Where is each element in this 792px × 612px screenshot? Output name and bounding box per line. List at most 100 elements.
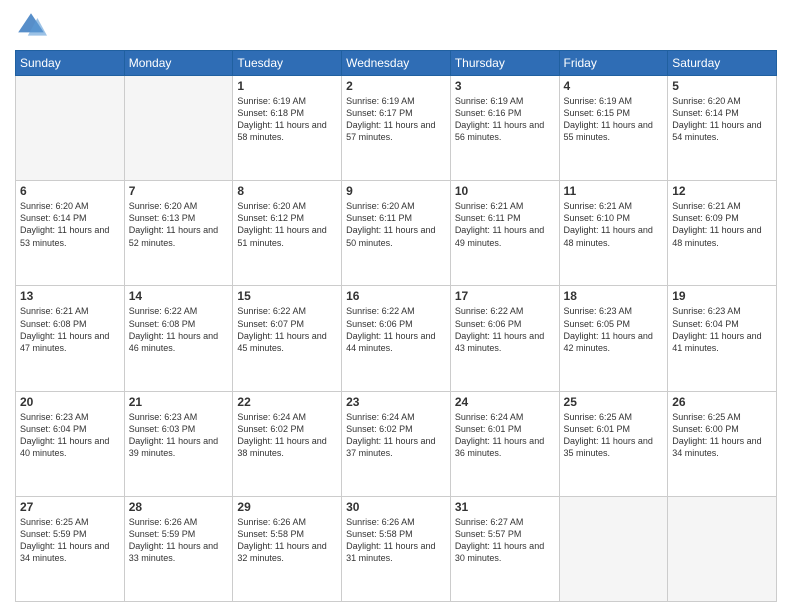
- cell-text: Sunrise: 6:20 AMSunset: 6:14 PMDaylight:…: [20, 200, 120, 249]
- calendar-cell: 1 Sunrise: 6:19 AMSunset: 6:18 PMDaylight…: [233, 76, 342, 181]
- calendar-cell: 12 Sunrise: 6:21 AMSunset: 6:09 PMDayligh…: [668, 181, 777, 286]
- cell-text: Sunrise: 6:22 AMSunset: 6:07 PMDaylight:…: [237, 305, 337, 354]
- day-number: 2: [346, 79, 446, 93]
- calendar-cell: 5 Sunrise: 6:20 AMSunset: 6:14 PMDaylight…: [668, 76, 777, 181]
- day-number: 28: [129, 500, 229, 514]
- cell-text: Sunrise: 6:25 AMSunset: 6:00 PMDaylight:…: [672, 411, 772, 460]
- calendar-cell: 13 Sunrise: 6:21 AMSunset: 6:08 PMDayligh…: [16, 286, 125, 391]
- calendar-cell: 11 Sunrise: 6:21 AMSunset: 6:10 PMDayligh…: [559, 181, 668, 286]
- calendar-cell: 21Sunrise: 6:23 AMSunset: 6:03 PMDayligh…: [124, 391, 233, 496]
- day-number: 8: [237, 184, 337, 198]
- cell-text: Sunrise: 6:19 AMSunset: 6:16 PMDaylight:…: [455, 95, 555, 144]
- calendar-cell: [559, 496, 668, 601]
- calendar-cell: [124, 76, 233, 181]
- day-number: 14: [129, 289, 229, 303]
- calendar-cell: [668, 496, 777, 601]
- cell-text: Sunrise: 6:22 AMSunset: 6:06 PMDaylight:…: [346, 305, 446, 354]
- day-number: 5: [672, 79, 772, 93]
- day-number: 29: [237, 500, 337, 514]
- col-header-saturday: Saturday: [668, 51, 777, 76]
- day-number: 19: [672, 289, 772, 303]
- day-number: 16: [346, 289, 446, 303]
- cell-text: Sunrise: 6:21 AMSunset: 6:08 PMDaylight:…: [20, 305, 120, 354]
- cell-text: Sunrise: 6:24 AMSunset: 6:01 PMDaylight:…: [455, 411, 555, 460]
- calendar-cell: 30 Sunrise: 6:26 AMSunset: 5:58 PMDayligh…: [342, 496, 451, 601]
- calendar-cell: 15 Sunrise: 6:22 AMSunset: 6:07 PMDayligh…: [233, 286, 342, 391]
- day-number: 24: [455, 395, 555, 409]
- cell-text: Sunrise: 6:23 AMSunset: 6:04 PMDaylight:…: [672, 305, 772, 354]
- calendar-cell: 8 Sunrise: 6:20 AMSunset: 6:12 PMDaylight…: [233, 181, 342, 286]
- cell-text: Sunrise: 6:20 AMSunset: 6:14 PMDaylight:…: [672, 95, 772, 144]
- cell-text: Sunrise: 6:24 AMSunset: 6:02 PMDaylight:…: [237, 411, 337, 460]
- col-header-tuesday: Tuesday: [233, 51, 342, 76]
- cell-text: Sunrise: 6:23 AMSunset: 6:04 PMDaylight:…: [20, 411, 120, 460]
- day-number: 20: [20, 395, 120, 409]
- col-header-thursday: Thursday: [450, 51, 559, 76]
- calendar-cell: 4Sunrise: 6:19 AMSunset: 6:15 PMDaylight…: [559, 76, 668, 181]
- day-number: 13: [20, 289, 120, 303]
- calendar-cell: 28 Sunrise: 6:26 AMSunset: 5:59 PMDayligh…: [124, 496, 233, 601]
- calendar-cell: 16 Sunrise: 6:22 AMSunset: 6:06 PMDayligh…: [342, 286, 451, 391]
- calendar-cell: 6 Sunrise: 6:20 AMSunset: 6:14 PMDaylight…: [16, 181, 125, 286]
- day-number: 18: [564, 289, 664, 303]
- cell-text: Sunrise: 6:19 AMSunset: 6:17 PMDaylight:…: [346, 95, 446, 144]
- calendar-cell: [16, 76, 125, 181]
- day-number: 1: [237, 79, 337, 93]
- day-number: 25: [564, 395, 664, 409]
- day-number: 4: [564, 79, 664, 93]
- col-header-wednesday: Wednesday: [342, 51, 451, 76]
- calendar-cell: 10 Sunrise: 6:21 AMSunset: 6:11 PMDayligh…: [450, 181, 559, 286]
- day-number: 23: [346, 395, 446, 409]
- day-number: 3: [455, 79, 555, 93]
- col-header-sunday: Sunday: [16, 51, 125, 76]
- calendar-cell: 29Sunrise: 6:26 AMSunset: 5:58 PMDayligh…: [233, 496, 342, 601]
- logo-icon: [15, 10, 47, 42]
- calendar-cell: 7 Sunrise: 6:20 AMSunset: 6:13 PMDaylight…: [124, 181, 233, 286]
- day-number: 21: [129, 395, 229, 409]
- calendar-cell: 24 Sunrise: 6:24 AMSunset: 6:01 PMDayligh…: [450, 391, 559, 496]
- cell-text: Sunrise: 6:21 AMSunset: 6:11 PMDaylight:…: [455, 200, 555, 249]
- day-number: 17: [455, 289, 555, 303]
- cell-text: Sunrise: 6:26 AMSunset: 5:58 PMDaylight:…: [346, 516, 446, 565]
- day-number: 11: [564, 184, 664, 198]
- cell-text: Sunrise: 6:19 AMSunset: 6:18 PMDaylight:…: [237, 95, 337, 144]
- calendar-cell: 20 Sunrise: 6:23 AMSunset: 6:04 PMDayligh…: [16, 391, 125, 496]
- day-number: 15: [237, 289, 337, 303]
- col-header-monday: Monday: [124, 51, 233, 76]
- calendar-cell: 9Sunrise: 6:20 AMSunset: 6:11 PMDaylight…: [342, 181, 451, 286]
- cell-text: Sunrise: 6:27 AMSunset: 5:57 PMDaylight:…: [455, 516, 555, 565]
- calendar-cell: 19 Sunrise: 6:23 AMSunset: 6:04 PMDayligh…: [668, 286, 777, 391]
- cell-text: Sunrise: 6:20 AMSunset: 6:11 PMDaylight:…: [346, 200, 446, 249]
- calendar-cell: 27 Sunrise: 6:25 AMSunset: 5:59 PMDayligh…: [16, 496, 125, 601]
- day-number: 6: [20, 184, 120, 198]
- calendar-cell: 14 Sunrise: 6:22 AMSunset: 6:08 PMDayligh…: [124, 286, 233, 391]
- day-number: 31: [455, 500, 555, 514]
- day-number: 27: [20, 500, 120, 514]
- col-header-friday: Friday: [559, 51, 668, 76]
- cell-text: Sunrise: 6:25 AMSunset: 6:01 PMDaylight:…: [564, 411, 664, 460]
- cell-text: Sunrise: 6:22 AMSunset: 6:06 PMDaylight:…: [455, 305, 555, 354]
- cell-text: Sunrise: 6:21 AMSunset: 6:09 PMDaylight:…: [672, 200, 772, 249]
- cell-text: Sunrise: 6:20 AMSunset: 6:13 PMDaylight:…: [129, 200, 229, 249]
- calendar-cell: 17 Sunrise: 6:22 AMSunset: 6:06 PMDayligh…: [450, 286, 559, 391]
- calendar-cell: 18Sunrise: 6:23 AMSunset: 6:05 PMDayligh…: [559, 286, 668, 391]
- day-number: 10: [455, 184, 555, 198]
- cell-text: Sunrise: 6:21 AMSunset: 6:10 PMDaylight:…: [564, 200, 664, 249]
- calendar-cell: 23 Sunrise: 6:24 AMSunset: 6:02 PMDayligh…: [342, 391, 451, 496]
- day-number: 12: [672, 184, 772, 198]
- logo: [15, 10, 51, 42]
- cell-text: Sunrise: 6:22 AMSunset: 6:08 PMDaylight:…: [129, 305, 229, 354]
- calendar-cell: 26Sunrise: 6:25 AMSunset: 6:00 PMDayligh…: [668, 391, 777, 496]
- cell-text: Sunrise: 6:25 AMSunset: 5:59 PMDaylight:…: [20, 516, 120, 565]
- calendar-cell: 25 Sunrise: 6:25 AMSunset: 6:01 PMDayligh…: [559, 391, 668, 496]
- day-number: 7: [129, 184, 229, 198]
- day-number: 22: [237, 395, 337, 409]
- cell-text: Sunrise: 6:20 AMSunset: 6:12 PMDaylight:…: [237, 200, 337, 249]
- calendar-cell: 3 Sunrise: 6:19 AMSunset: 6:16 PMDaylight…: [450, 76, 559, 181]
- calendar-cell: 31 Sunrise: 6:27 AMSunset: 5:57 PMDayligh…: [450, 496, 559, 601]
- header: [15, 10, 777, 42]
- cell-text: Sunrise: 6:26 AMSunset: 5:59 PMDaylight:…: [129, 516, 229, 565]
- day-number: 30: [346, 500, 446, 514]
- cell-text: Sunrise: 6:24 AMSunset: 6:02 PMDaylight:…: [346, 411, 446, 460]
- calendar-cell: 22 Sunrise: 6:24 AMSunset: 6:02 PMDayligh…: [233, 391, 342, 496]
